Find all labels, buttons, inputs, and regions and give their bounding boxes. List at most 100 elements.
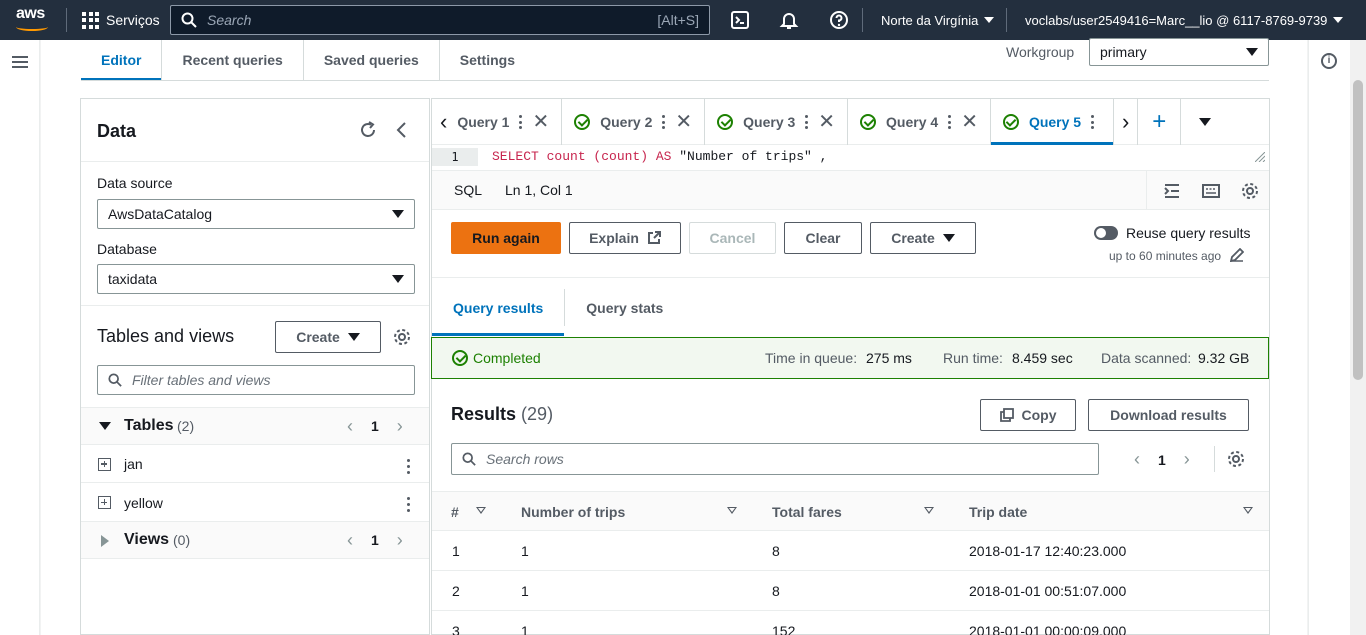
chevron-left-icon[interactable]: ‹	[347, 530, 353, 551]
format-icon[interactable]	[1163, 182, 1181, 200]
cloudshell-icon[interactable]	[730, 10, 750, 30]
gear-icon[interactable]	[1241, 182, 1259, 200]
reuse-results-toggle[interactable]	[1094, 226, 1118, 240]
tab-saved-queries[interactable]: Saved queries	[304, 40, 440, 80]
expand-icon[interactable]	[98, 496, 111, 509]
tab-editor[interactable]: Editor	[81, 40, 163, 81]
copy-label: Copy	[1021, 407, 1057, 423]
tab-query-1[interactable]: ‹ Query 1 ✕	[432, 99, 563, 145]
close-icon[interactable]: ✕	[532, 112, 549, 132]
chevron-left-icon[interactable]: ‹	[440, 109, 447, 135]
search-rows[interactable]	[451, 443, 1099, 475]
menu-icon[interactable]	[12, 56, 28, 68]
sort-icon[interactable]	[1243, 507, 1253, 514]
bell-icon[interactable]	[779, 10, 799, 30]
editor-tabs: Editor Recent queries Saved queries Sett…	[81, 40, 535, 81]
column-header-trips[interactable]: Number of trips	[521, 492, 625, 532]
global-search-input[interactable]	[207, 12, 658, 28]
create-button[interactable]: Create	[870, 222, 976, 254]
gear-icon[interactable]	[393, 328, 411, 346]
create-table-button[interactable]: Create	[275, 321, 381, 353]
results-page[interactable]: 1	[1158, 452, 1166, 468]
tables-count: (2)	[177, 418, 195, 434]
views-page[interactable]: 1	[371, 532, 379, 548]
chevron-right-icon[interactable]: ›	[397, 416, 403, 437]
edit-icon[interactable]	[1230, 248, 1244, 262]
more-icon[interactable]	[948, 115, 952, 129]
caret-down-icon	[1199, 118, 1212, 126]
add-query-tab-button[interactable]: +	[1138, 99, 1182, 145]
tab-settings[interactable]: Settings	[440, 40, 535, 80]
keyboard-icon[interactable]	[1202, 182, 1220, 200]
clear-label: Clear	[805, 230, 841, 246]
column-header-fares[interactable]: Total fares	[772, 492, 842, 532]
chevron-right-icon: ›	[1121, 109, 1130, 134]
sort-icon[interactable]	[924, 507, 934, 514]
services-label: Serviços	[106, 12, 160, 28]
workgroup-select[interactable]: primary	[1089, 38, 1269, 66]
table-item-jan[interactable]: jan	[81, 446, 429, 483]
tab-query-4[interactable]: Query 4 ✕	[848, 99, 991, 145]
scrollbar-thumb[interactable]	[1353, 80, 1363, 380]
results-pager: ‹ 1 ›	[1134, 449, 1190, 470]
gear-icon[interactable]	[1227, 450, 1245, 468]
table-header-row: # Number of trips Total fares Trip date	[432, 491, 1269, 531]
sort-icon[interactable]	[727, 507, 737, 514]
services-menu[interactable]: Serviços	[82, 0, 160, 40]
sql-editor[interactable]: 1 SELECT count (count) AS "Number of tri…	[432, 148, 1269, 166]
tables-page[interactable]: 1	[371, 418, 379, 434]
more-icon[interactable]	[662, 115, 666, 129]
region-selector[interactable]: Norte da Virgínia	[881, 0, 995, 40]
table-row: 1 1 8 2018-01-17 12:40:23.000	[432, 531, 1269, 571]
tab-recent-queries[interactable]: Recent queries	[162, 40, 304, 80]
account-menu[interactable]: voclabs/user2549416=Marc__lio @ 6117-876…	[1025, 0, 1344, 40]
page-scrollbar[interactable]	[1350, 40, 1366, 635]
database-select[interactable]: taxidata	[97, 264, 415, 294]
views-section-header[interactable]: Views (0) ‹ 1 ›	[81, 521, 429, 559]
expand-icon[interactable]	[98, 457, 111, 471]
help-icon[interactable]	[829, 10, 849, 30]
refresh-icon[interactable]	[359, 121, 377, 139]
scroll-tabs-right[interactable]: ›	[1112, 99, 1139, 145]
column-header-date[interactable]: Trip date	[969, 492, 1027, 532]
run-again-button[interactable]: Run again	[451, 222, 561, 254]
chevron-right-icon[interactable]: ›	[1184, 449, 1190, 470]
resize-handle-icon[interactable]	[1255, 152, 1265, 162]
download-results-button[interactable]: Download results	[1088, 399, 1249, 431]
close-icon[interactable]: ✕	[675, 112, 692, 132]
filter-tables-input[interactable]	[132, 372, 404, 388]
collapse-icon[interactable]	[395, 121, 409, 139]
info-icon[interactable]: i	[1321, 53, 1337, 69]
filter-tables[interactable]	[97, 365, 415, 395]
chevron-left-icon[interactable]: ‹	[1134, 449, 1140, 470]
table-item-yellow[interactable]: yellow	[81, 484, 429, 521]
tab-query-3[interactable]: Query 3 ✕	[705, 99, 849, 145]
tabs-menu-button[interactable]	[1181, 99, 1229, 145]
tab-query-2[interactable]: Query 2 ✕	[562, 99, 706, 145]
data-source-select[interactable]: AwsDataCatalog	[97, 199, 415, 229]
copy-button[interactable]: Copy	[980, 399, 1076, 431]
check-circle-icon	[860, 114, 877, 130]
copy-icon	[999, 408, 1014, 422]
cancel-button[interactable]: Cancel	[689, 222, 776, 254]
more-icon[interactable]	[407, 497, 410, 512]
tab-query-results[interactable]: Query results	[432, 289, 566, 336]
close-icon[interactable]: ✕	[818, 112, 835, 132]
database-value: taxidata	[108, 271, 158, 287]
tables-section-header[interactable]: Tables (2) ‹ 1 ›	[81, 407, 429, 445]
sort-icon[interactable]	[476, 507, 486, 514]
explain-button[interactable]: Explain	[569, 222, 681, 254]
clear-button[interactable]: Clear	[784, 222, 862, 254]
tab-query-5[interactable]: Query 5	[990, 99, 1113, 145]
chevron-right-icon[interactable]: ›	[397, 530, 403, 551]
aws-logo[interactable]: aws	[16, 6, 52, 34]
more-icon[interactable]	[407, 459, 410, 474]
close-icon[interactable]: ✕	[961, 112, 978, 132]
chevron-left-icon[interactable]: ‹	[347, 416, 353, 437]
global-search[interactable]: [Alt+S]	[170, 5, 710, 35]
more-icon[interactable]	[805, 115, 809, 129]
more-icon[interactable]	[1091, 115, 1095, 129]
more-icon[interactable]	[519, 115, 523, 129]
search-rows-input[interactable]	[486, 451, 1088, 467]
tab-query-stats[interactable]: Query stats	[565, 289, 684, 326]
